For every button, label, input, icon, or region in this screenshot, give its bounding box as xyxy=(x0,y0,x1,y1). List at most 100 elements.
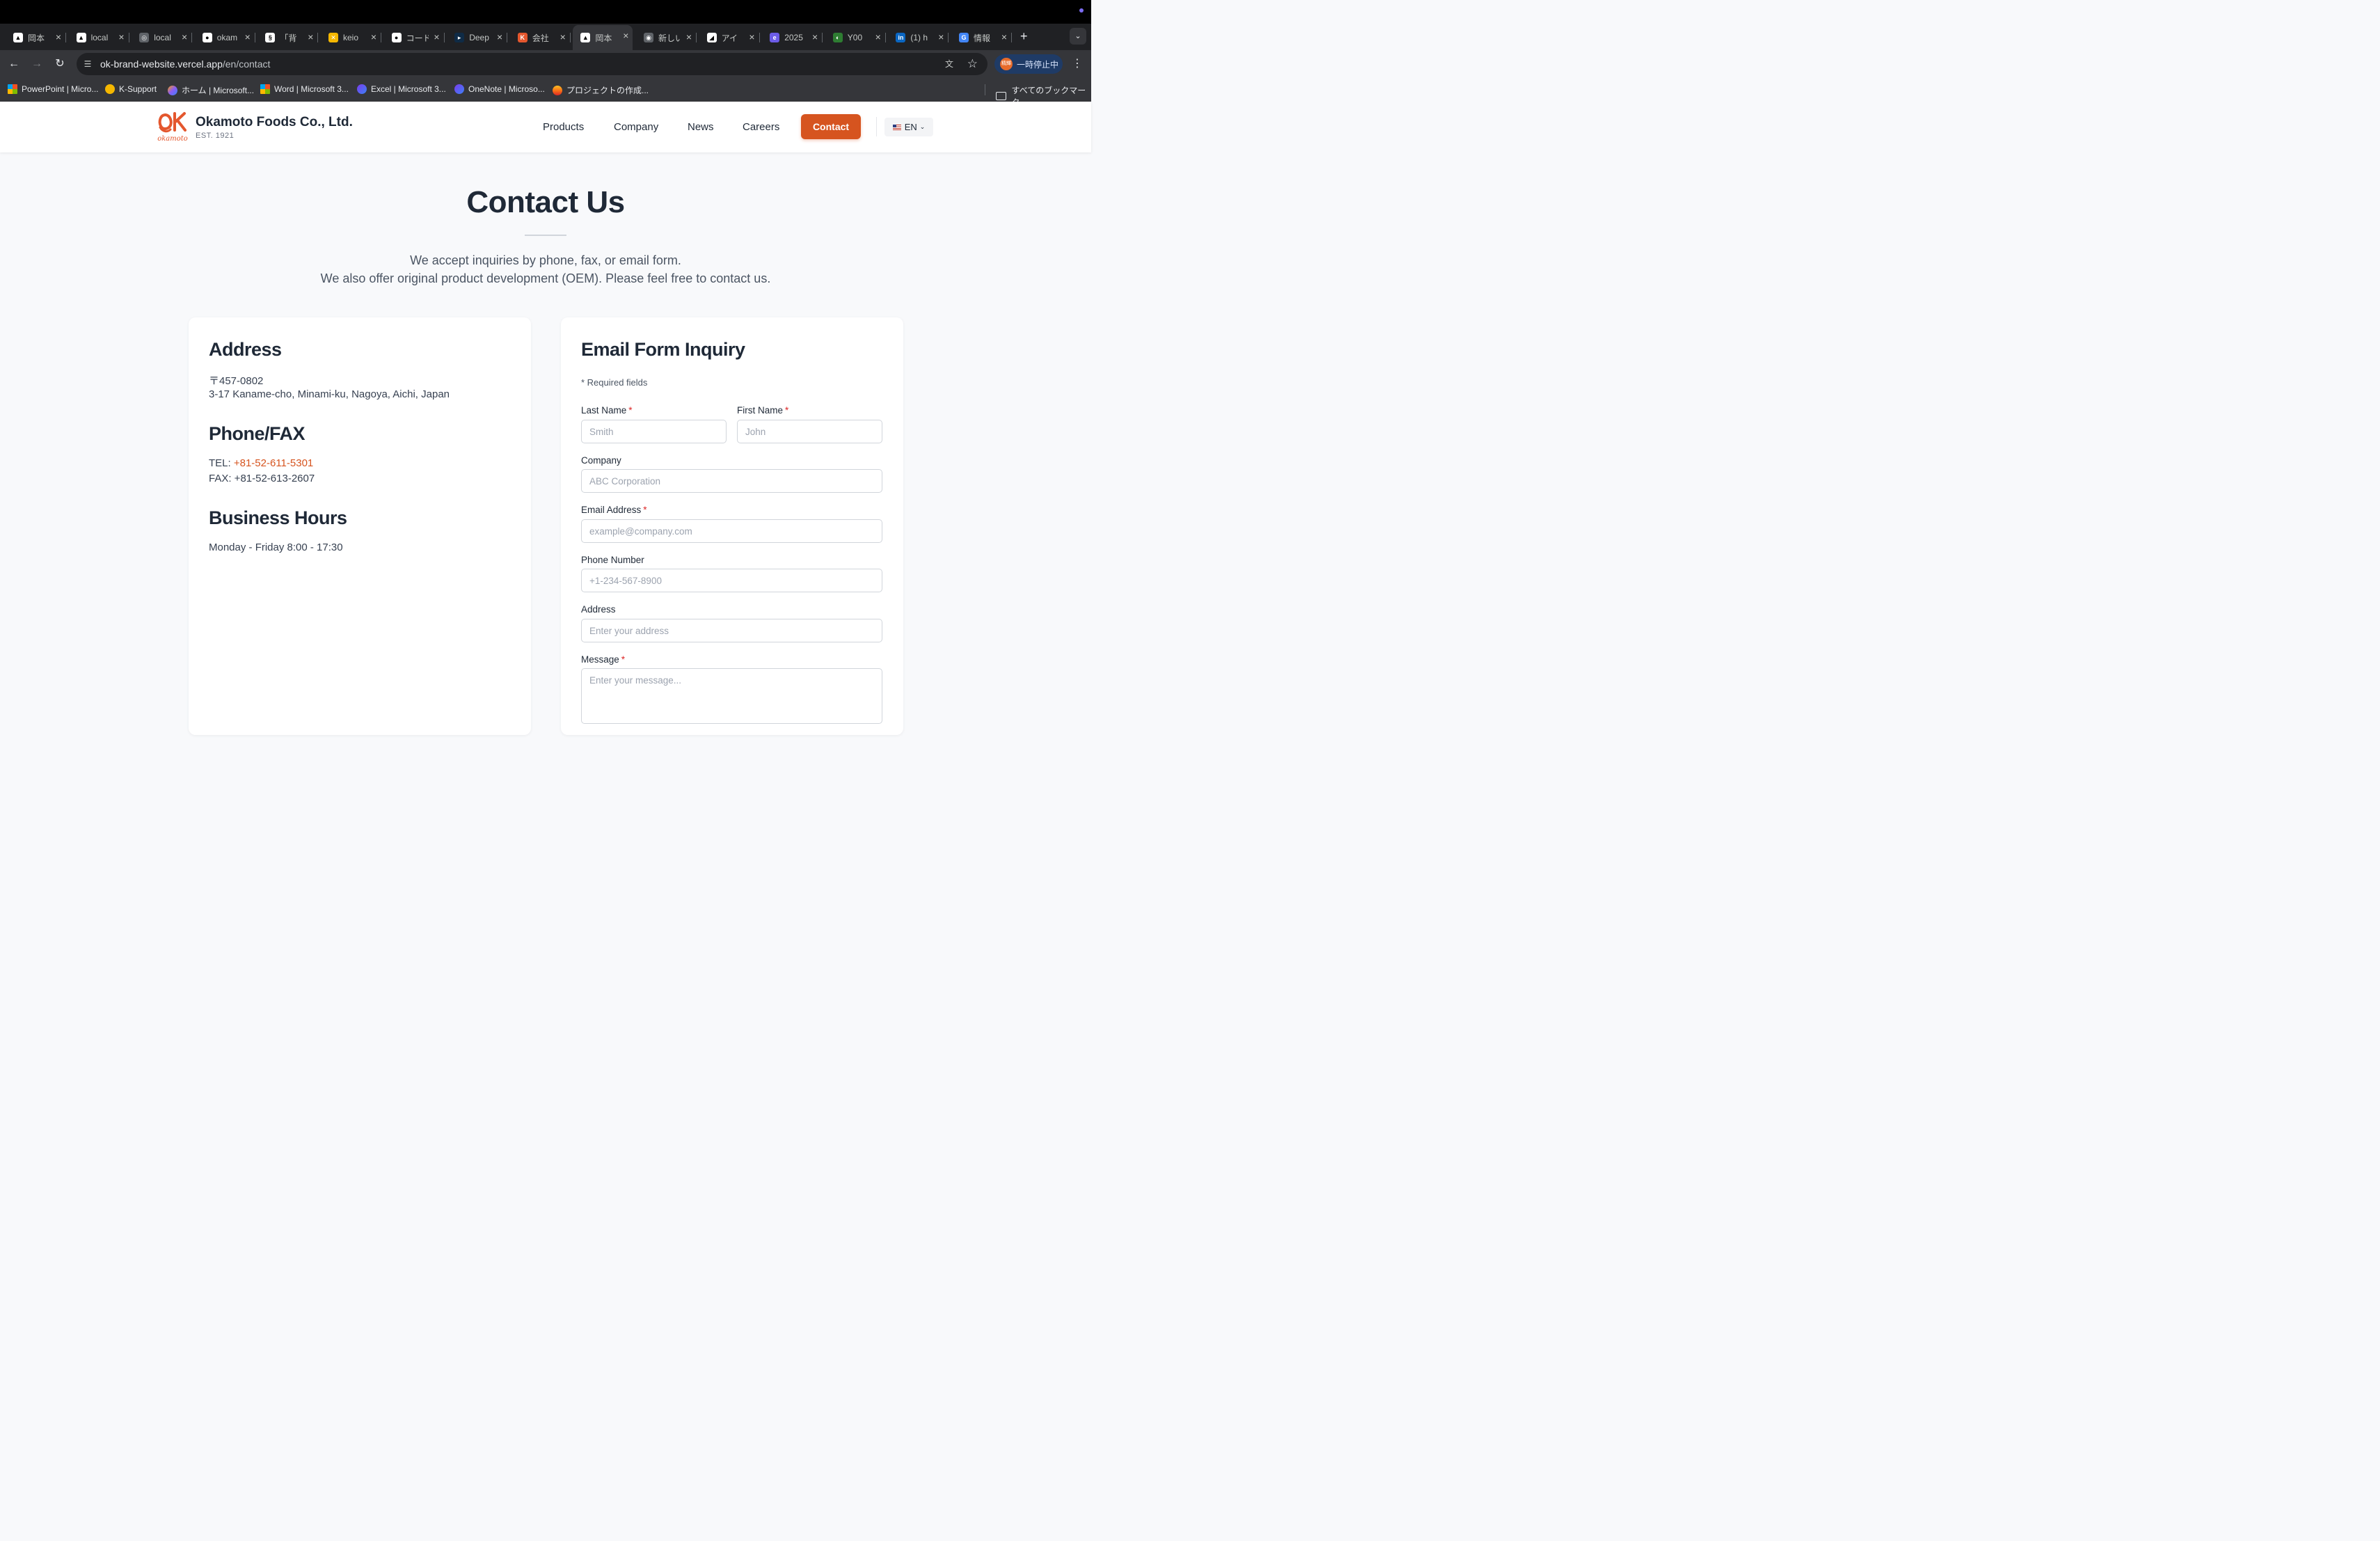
close-tab-icon[interactable]: × xyxy=(434,32,439,42)
close-tab-icon[interactable]: × xyxy=(56,32,61,42)
email-input[interactable] xyxy=(581,519,882,543)
globe-icon: ◎ xyxy=(139,33,150,42)
nav-news[interactable]: News xyxy=(688,121,714,133)
email-label: Email Address * xyxy=(581,505,647,515)
tab-separator xyxy=(1011,33,1012,42)
business-hours-text: Monday - Friday 8:00 - 17:30 xyxy=(209,542,343,553)
browser-tab[interactable]: ▸ Deep × xyxy=(447,26,508,49)
address-label: Address xyxy=(581,604,616,615)
close-tab-icon[interactable]: × xyxy=(938,32,944,42)
tab-separator xyxy=(65,33,66,42)
address-bar[interactable]: ☰ ok-brand-website.vercel.app/en/contact… xyxy=(77,53,987,75)
tel-link[interactable]: +81-52-611-5301 xyxy=(234,457,313,469)
close-tab-icon[interactable]: × xyxy=(875,32,881,42)
bookmark-item[interactable]: OneNote | Microso... xyxy=(454,84,545,94)
nav-products[interactable]: Products xyxy=(543,121,584,133)
google-icon: G xyxy=(959,33,969,42)
leaf-icon: ◐ xyxy=(832,33,843,42)
browser-tab[interactable]: e 2025 × xyxy=(762,26,823,49)
last-name-input[interactable] xyxy=(581,420,727,443)
bookmark-item[interactable]: Word | Microsoft 3... xyxy=(260,84,349,94)
close-tab-icon[interactable]: × xyxy=(812,32,818,42)
first-name-label: First Name * xyxy=(737,405,788,416)
tab-separator xyxy=(884,33,886,42)
close-tab-icon[interactable]: × xyxy=(560,32,566,42)
tab-separator xyxy=(569,33,571,42)
close-tab-icon[interactable]: × xyxy=(182,32,187,42)
browser-tab[interactable]: ● okam × xyxy=(195,26,255,49)
ok-logo-icon: K xyxy=(517,33,527,42)
tab-title: keio xyxy=(343,33,359,42)
language-label: EN xyxy=(904,122,917,132)
message-label: Message * xyxy=(581,654,625,665)
message-textarea[interactable] xyxy=(581,668,882,724)
close-tab-icon[interactable]: × xyxy=(118,32,124,42)
first-name-label-text: First Name xyxy=(737,405,784,416)
company-input[interactable] xyxy=(581,469,882,493)
browser-tab[interactable]: ◐ Y00 × xyxy=(825,26,886,49)
close-tab-icon[interactable]: × xyxy=(686,32,692,42)
close-tab-icon[interactable]: × xyxy=(749,32,754,42)
site-settings-icon[interactable]: ☰ xyxy=(82,58,93,70)
tab-search-chevron-icon[interactable]: ⌄ xyxy=(1070,28,1086,45)
phone-fax-heading: Phone/FAX xyxy=(209,423,306,444)
message-label-text: Message xyxy=(581,654,619,665)
phone-label: Phone Number xyxy=(581,555,644,565)
close-tab-icon[interactable]: × xyxy=(1001,32,1007,42)
url-text[interactable]: ok-brand-website.vercel.app/en/contact xyxy=(100,58,270,70)
close-tab-icon[interactable]: × xyxy=(497,32,502,42)
browser-tab[interactable]: ✕ keio × xyxy=(321,26,381,49)
brand-name[interactable]: Okamoto Foods Co., Ltd. xyxy=(196,115,353,130)
browser-menu-icon[interactable]: ⋮ xyxy=(1072,57,1083,71)
browser-tab[interactable]: K 会社 × xyxy=(510,26,571,49)
close-tab-icon[interactable]: × xyxy=(245,32,251,42)
browser-tab[interactable]: G 情報 × xyxy=(951,26,1012,49)
bookmark-item[interactable]: プロジェクトの作成... xyxy=(553,84,649,96)
close-tab-icon[interactable]: × xyxy=(371,32,376,42)
vercel-triangle-icon: ▲ xyxy=(76,33,86,42)
browser-tab[interactable]: ◉ 新しい × xyxy=(636,26,697,49)
contact-info-card: Address 〒457-0802 3-17 Kaname-cho, Minam… xyxy=(189,317,531,735)
tab-title: 岡本 xyxy=(595,33,612,43)
browser-tab[interactable]: ◢ アイ × xyxy=(699,26,760,49)
e-icon: e xyxy=(770,33,780,42)
browser-tab[interactable]: in (1) h × xyxy=(888,26,949,49)
intro-line-2: We also offer original product developme… xyxy=(320,271,771,285)
required-mark: * xyxy=(628,405,633,416)
browser-tab[interactable]: ▲ 岡本 × xyxy=(6,26,66,49)
bookmark-item[interactable]: PowerPoint | Micro... xyxy=(8,84,98,94)
logo-wordmark: okamoto xyxy=(157,135,188,143)
browser-tab[interactable]: § 「背 × xyxy=(257,26,319,49)
nav-company[interactable]: Company xyxy=(614,121,658,133)
bookmark-item[interactable]: ホーム | Microsoft... xyxy=(168,84,254,96)
language-selector[interactable]: EN ⌄ xyxy=(884,118,933,136)
new-tab-button[interactable]: + xyxy=(1020,29,1028,43)
profile-button[interactable]: 精輝 一時停止中 xyxy=(994,54,1063,74)
nav-careers[interactable]: Careers xyxy=(743,121,779,133)
browser-tab[interactable]: ● コード × xyxy=(384,26,445,49)
back-arrow-icon[interactable]: ← xyxy=(7,57,21,71)
close-tab-icon[interactable]: × xyxy=(623,31,628,40)
nav-contact-button[interactable]: Contact xyxy=(801,114,861,139)
okamoto-logo-icon[interactable]: okamoto xyxy=(157,111,188,143)
reload-icon[interactable]: ↻ xyxy=(53,57,67,71)
bookmark-star-icon[interactable]: ☆ xyxy=(967,57,978,71)
tab-title: Deep xyxy=(469,33,489,42)
profile-status-label: 一時停止中 xyxy=(1017,59,1059,70)
browser-tab[interactable]: ◎ local × xyxy=(132,26,193,49)
first-name-input[interactable] xyxy=(737,420,882,443)
tab-title: local xyxy=(90,33,109,42)
tab-separator xyxy=(948,33,949,42)
forward-arrow-icon[interactable]: → xyxy=(30,57,44,71)
tab-separator xyxy=(443,33,445,42)
browser-tab[interactable]: ▲ 岡本 × xyxy=(573,25,633,50)
address-input[interactable] xyxy=(581,619,882,642)
us-flag-icon xyxy=(892,124,901,130)
bookmark-item[interactable]: Excel | Microsoft 3... xyxy=(357,84,446,94)
close-tab-icon[interactable]: × xyxy=(308,32,313,42)
bookmark-item[interactable]: K-Support xyxy=(105,84,157,94)
required-mark: * xyxy=(785,405,789,416)
browser-tab[interactable]: ▲ local × xyxy=(69,26,129,49)
phone-input[interactable] xyxy=(581,569,882,592)
translate-icon[interactable]: 文 xyxy=(943,58,955,70)
